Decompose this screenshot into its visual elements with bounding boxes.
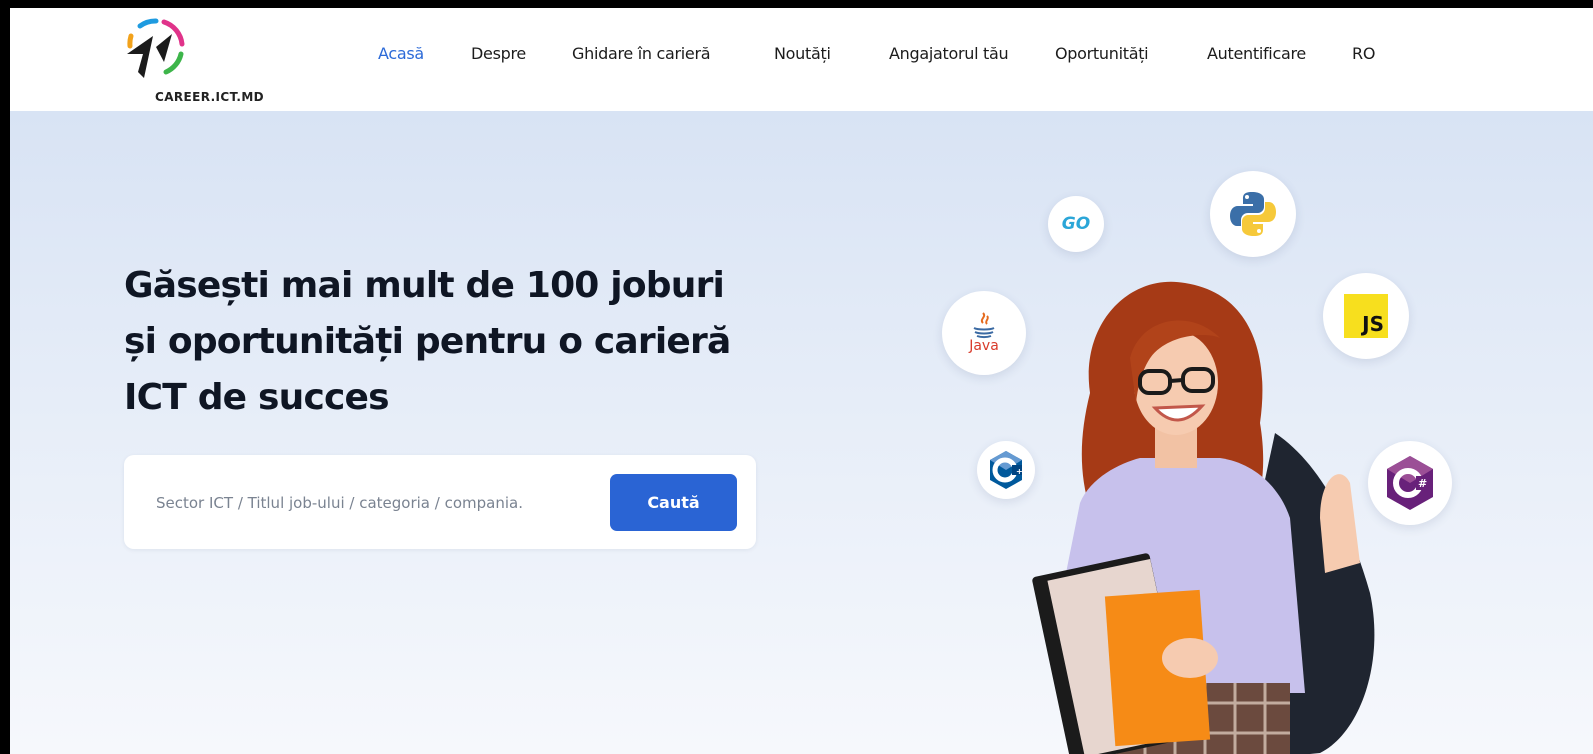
java-cup-icon (973, 312, 995, 339)
python-icon-graphic (1230, 192, 1276, 236)
nav-item-noutati[interactable]: Noutăți (774, 44, 831, 63)
nav-item-oportunitati[interactable]: Oportunități (1055, 44, 1149, 63)
java-logo-text: Java (969, 338, 999, 354)
go-logo-text: GO (1061, 214, 1091, 234)
search-button[interactable]: Caută (610, 474, 737, 531)
java-logo-icon: Java (942, 291, 1026, 375)
nav-item-ghidare[interactable]: Ghidare în carieră (572, 44, 711, 63)
language-switcher[interactable]: RO (1352, 44, 1375, 63)
nav-item-acasa[interactable]: Acasă (378, 44, 424, 63)
search-box: Caută (124, 455, 756, 549)
site-header: CAREER.ICT.MD Acasă Despre Ghidare în ca… (10, 8, 1593, 111)
page: CAREER.ICT.MD Acasă Despre Ghidare în ca… (10, 8, 1593, 754)
logo-text: CAREER.ICT.MD (155, 90, 265, 104)
python-logo-icon (1210, 171, 1296, 257)
student-with-notebooks-image (1032, 281, 1375, 754)
go-logo-icon: GO (1048, 196, 1104, 252)
hero-headline: Găsești mai mult de 100 joburi și oportu… (124, 265, 731, 418)
cpp-hex-icon: + (990, 451, 1023, 489)
hero-section: Găsești mai mult de 100 joburi și oportu… (10, 111, 1593, 754)
nav-item-autentificare[interactable]: Autentificare (1207, 44, 1306, 63)
site-logo[interactable]: CAREER.ICT.MD (122, 14, 282, 106)
nav-item-angajatorul[interactable]: Angajatorul tău (889, 44, 1009, 63)
search-input[interactable] (154, 479, 598, 527)
nav-item-despre[interactable]: Despre (471, 44, 526, 63)
logo-mark-icon (127, 18, 185, 78)
